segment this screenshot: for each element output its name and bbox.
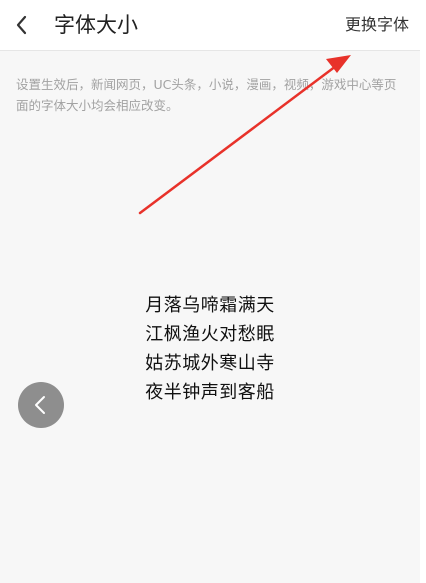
settings-notice: 设置生效后，新闻网页，UC头条，小说，漫画，视频，游戏中心等页面的字体大小均会相… [16, 77, 397, 113]
back-chevron-icon[interactable] [14, 13, 32, 37]
page-title: 字体大小 [54, 13, 138, 37]
font-size-settings-page: 字体大小 更换字体 设置生效后，新闻网页，UC头条，小说，漫画，视频，游戏中心等… [0, 0, 426, 583]
poem-line-3: 姑苏城外寒山寺 [145, 353, 275, 374]
poem-line-1: 月落乌啼霜满天 [145, 295, 275, 316]
poem-line-2: 江枫渔火对愁眠 [145, 324, 275, 345]
change-font-button[interactable]: 更换字体 [345, 12, 409, 38]
chevron-left-icon [35, 396, 45, 414]
content-area: 字体大小 更换字体 设置生效后，新闻网页，UC头条，小说，漫画，视频，游戏中心等… [0, 0, 420, 583]
previous-button[interactable] [18, 382, 64, 428]
top-bar: 字体大小 更换字体 [0, 0, 420, 51]
